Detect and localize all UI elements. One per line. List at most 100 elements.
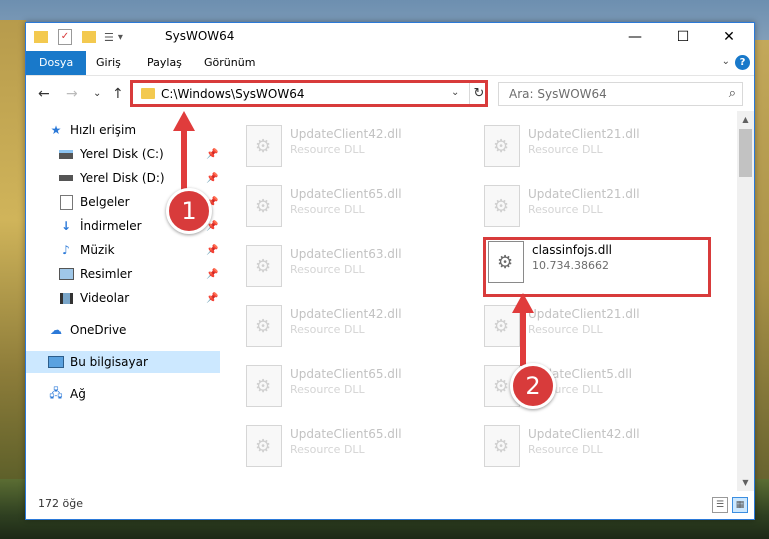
- pictures-icon: [58, 267, 74, 281]
- arrow-up-icon: [512, 293, 534, 313]
- file-item[interactable]: UpdateClient63.dll Resource DLL: [246, 241, 456, 291]
- documents-icon: [58, 194, 74, 210]
- file-item[interactable]: UpdateClient42.dll Resource DLL: [246, 301, 456, 351]
- minimize-button[interactable]: —: [612, 23, 658, 51]
- scroll-up-icon[interactable]: ▲: [737, 111, 754, 128]
- forward-button[interactable]: →: [66, 86, 78, 102]
- file-description: Resource DLL: [528, 443, 603, 456]
- sidebar-item-network[interactable]: 🖧 Ağ: [26, 383, 242, 405]
- up-button[interactable]: ↑: [112, 86, 124, 102]
- file-description: Resource DLL: [528, 323, 603, 336]
- sidebar-item-label: Hızlı erişim: [70, 123, 137, 137]
- dll-file-icon: [246, 365, 282, 407]
- dll-file-icon: [246, 305, 282, 347]
- file-name: UpdateClient65.dll: [290, 427, 402, 441]
- dll-file-icon: [246, 245, 282, 287]
- title-bar: ✓ ☰ ▾ SysWOW64 — ☐ ✕: [26, 23, 754, 51]
- drive-icon: [58, 147, 74, 161]
- file-item[interactable]: UpdateClient65.dll Resource DLL: [246, 361, 456, 411]
- file-item[interactable]: UpdateClient42.dll Resource DLL: [484, 421, 694, 471]
- new-folder-icon[interactable]: [82, 31, 96, 43]
- file-list: UpdateClient42.dll Resource DLL UpdateCl…: [222, 115, 737, 490]
- sidebar-item-videos[interactable]: Videolar 📌: [26, 287, 252, 309]
- search-input[interactable]: Ara: SysWOW64 ⌕: [498, 82, 743, 106]
- sidebar-item-local-disk-c[interactable]: Yerel Disk (C:) 📌: [26, 143, 252, 165]
- pin-icon: 📌: [206, 244, 219, 256]
- tiles-view-icon[interactable]: ▦: [732, 497, 748, 513]
- step-badge-1: 1: [166, 188, 212, 234]
- file-name: UpdateClient65.dll: [290, 367, 402, 381]
- quick-access-toolbar: ✓ ☰ ▾: [34, 28, 123, 46]
- sidebar-item-label: Ağ: [70, 387, 86, 401]
- sidebar-item-local-disk-d[interactable]: Yerel Disk (D:) 📌: [26, 167, 252, 189]
- recent-locations-button[interactable]: ⌄: [93, 88, 101, 99]
- file-name: UpdateClient21.dll: [528, 187, 640, 201]
- sidebar-item-label: İndirmeler: [80, 219, 142, 233]
- pin-icon: 📌: [206, 268, 219, 280]
- drive-icon: [58, 171, 74, 185]
- file-item[interactable]: UpdateClient21.dll Resource DLL: [484, 121, 694, 171]
- address-highlight-box: [130, 80, 488, 107]
- close-button[interactable]: ✕: [706, 23, 752, 51]
- file-item[interactable]: UpdateClient21.dll Resource DLL: [484, 181, 694, 231]
- vertical-scrollbar[interactable]: ▲ ▼: [737, 111, 754, 491]
- properties-icon[interactable]: ✓: [58, 29, 72, 45]
- view-switcher: ☰ ▦: [712, 497, 748, 513]
- sidebar-item-label: OneDrive: [70, 323, 127, 337]
- network-icon: 🖧: [49, 385, 63, 400]
- chevron-down-icon[interactable]: ▾: [118, 32, 123, 43]
- explorer-window: ✓ ☰ ▾ SysWOW64 — ☐ ✕ Dosya Giriş Paylaş …: [25, 22, 755, 520]
- ribbon-expand-icon[interactable]: ⌄: [722, 56, 730, 67]
- sidebar-item-music[interactable]: ♪ Müzik 📌: [26, 239, 252, 261]
- file-description: Resource DLL: [290, 383, 365, 396]
- sidebar-item-this-pc[interactable]: Bu bilgisayar: [26, 351, 220, 373]
- sidebar-item-onedrive[interactable]: ☁ OneDrive: [26, 319, 242, 341]
- tab-file[interactable]: Dosya: [26, 51, 87, 75]
- sidebar-item-label: Bu bilgisayar: [70, 355, 148, 369]
- file-item[interactable]: UpdateClient65.dll Resource DLL: [246, 421, 456, 471]
- star-icon: ★: [50, 123, 62, 137]
- customize-toolbar-icon[interactable]: ☰: [104, 31, 114, 44]
- sidebar-item-label: Videolar: [80, 291, 130, 305]
- tab-share[interactable]: Paylaş: [147, 51, 182, 75]
- back-button[interactable]: ←: [38, 86, 50, 102]
- step-badge-2: 2: [510, 363, 556, 409]
- dll-file-icon: [246, 425, 282, 467]
- computer-icon: [48, 355, 64, 369]
- wallpaper-left: [0, 20, 26, 520]
- sidebar-item-label: Yerel Disk (C:): [80, 147, 164, 161]
- sidebar-item-pictures[interactable]: Resimler 📌: [26, 263, 252, 285]
- sidebar-item-downloads[interactable]: ↓ İndirmeler 📌: [26, 215, 252, 237]
- file-highlight-box: [483, 237, 711, 297]
- download-icon: ↓: [60, 219, 72, 233]
- sidebar-item-quick-access[interactable]: ★ Hızlı erişim: [26, 119, 242, 141]
- help-icon[interactable]: ?: [735, 55, 750, 70]
- status-bar: 172 öğe ☰ ▦: [26, 491, 754, 519]
- search-placeholder: Ara: SysWOW64: [509, 87, 607, 101]
- tab-home[interactable]: Giriş: [96, 51, 121, 75]
- file-description: Resource DLL: [290, 263, 365, 276]
- folder-icon: [34, 31, 48, 43]
- file-item[interactable]: UpdateClient65.dll Resource DLL: [246, 181, 456, 231]
- item-count: 172 öğe: [38, 497, 83, 510]
- scroll-thumb[interactable]: [739, 129, 752, 177]
- scroll-down-icon[interactable]: ▼: [737, 474, 754, 491]
- navigation-pane: ★ Hızlı erişim Yerel Disk (C:) 📌 Yerel D…: [26, 115, 220, 490]
- file-name: UpdateClient21.dll: [528, 307, 640, 321]
- file-description: Resource DLL: [528, 203, 603, 216]
- details-view-icon[interactable]: ☰: [712, 497, 728, 513]
- maximize-button[interactable]: ☐: [660, 23, 706, 51]
- file-description: Resource DLL: [290, 323, 365, 336]
- dll-file-icon: [246, 125, 282, 167]
- arrow-shaft: [520, 311, 526, 366]
- file-name: UpdateClient42.dll: [290, 307, 402, 321]
- file-name: UpdateClient65.dll: [290, 187, 402, 201]
- sidebar-item-documents[interactable]: Belgeler 📌: [26, 191, 252, 213]
- file-item[interactable]: UpdateClient42.dll Resource DLL: [246, 121, 456, 171]
- search-icon[interactable]: ⌕: [729, 86, 736, 101]
- cloud-icon: ☁: [50, 323, 62, 337]
- sidebar-item-label: Yerel Disk (D:): [80, 171, 165, 185]
- tab-view[interactable]: Görünüm: [204, 51, 255, 75]
- file-description: Resource DLL: [528, 143, 603, 156]
- dll-file-icon: [484, 185, 520, 227]
